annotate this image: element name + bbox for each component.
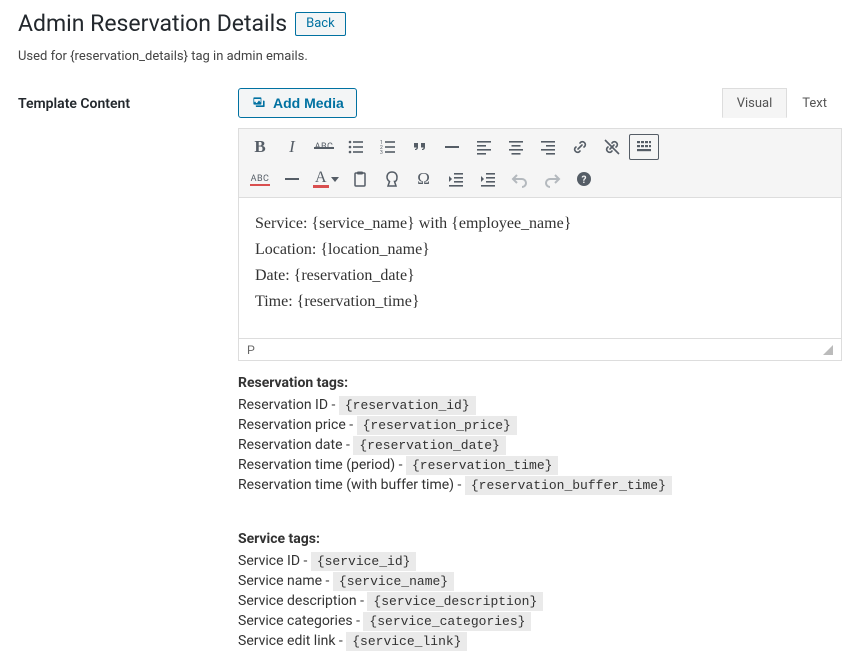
content-line: Date: {reservation_date} [255,264,825,288]
unlink-button[interactable] [597,133,627,161]
align-right-button[interactable] [533,133,563,161]
add-media-button[interactable]: Add Media [238,88,357,118]
tag-row: Service ID - {service_id} [238,553,842,569]
italic-button[interactable]: I [277,133,307,161]
chevron-down-icon [331,177,339,182]
bulleted-list-button[interactable] [341,133,371,161]
editor-tabs: Visual Text [722,88,842,118]
tag-row: Service edit link - {service_link} [238,633,842,649]
template-content-label: Template Content [18,88,238,112]
tab-visual[interactable]: Visual [722,88,788,118]
redo-button[interactable] [537,165,567,193]
tag-row: Reservation time (with buffer time) - {r… [238,477,842,493]
media-icon [251,95,267,111]
indent-button[interactable] [473,165,503,193]
media-row: Add Media Visual Text [238,88,842,118]
tag-code: {reservation_time} [406,456,558,475]
resize-grip[interactable] [823,345,833,355]
toolbar-toggle-button[interactable] [629,134,659,160]
tag-code: {service_categories} [363,612,531,631]
content-line: Time: {reservation_time} [255,290,825,314]
outdent-button[interactable] [441,165,471,193]
align-left-button[interactable] [469,133,499,161]
special-character-button[interactable]: Ω [409,165,439,193]
clear-formatting-button[interactable] [377,165,407,193]
back-button[interactable]: Back [295,12,346,36]
page-subtitle: Used for {reservation_details} tag in ad… [18,49,842,64]
editor-wrap: B I ABC 123 ABC A [238,128,842,361]
tag-code: {service_description} [367,592,543,611]
svg-text:?: ? [581,175,586,186]
blockquote-button[interactable] [405,133,435,161]
help-button[interactable]: ? [569,165,599,193]
tag-row: Reservation price - {reservation_price} [238,417,842,433]
tag-row: Service name - {service_name} [238,573,842,589]
undo-button[interactable] [505,165,535,193]
tag-row: Service categories - {service_categories… [238,613,842,629]
strikethrough-button[interactable]: ABC [309,133,339,161]
link-button[interactable] [565,133,595,161]
tag-code: {reservation_price} [357,416,517,435]
tag-code: {service_link} [346,632,467,651]
underline-button[interactable]: ABC [245,165,275,193]
svg-text:3: 3 [380,150,383,156]
tab-text[interactable]: Text [787,88,842,118]
paste-button[interactable] [345,165,375,193]
tag-row: Reservation date - {reservation_date} [238,437,842,453]
numbered-list-button[interactable]: 123 [373,133,403,161]
tag-code: {reservation_id} [339,396,476,415]
align-center-button[interactable] [501,133,531,161]
template-content-row: Template Content Add Media Visual Text B… [18,88,842,653]
reservation-tags-block: Reservation tags: Reservation ID - {rese… [238,375,842,493]
text-color-button[interactable]: A [309,165,343,193]
tag-row: Reservation ID - {reservation_id} [238,397,842,413]
editor-status-bar: P [239,338,841,360]
justify-button[interactable] [277,165,307,193]
page-title-text: Admin Reservation Details [18,10,287,37]
tag-code: {service_name} [333,572,454,591]
tag-code: {reservation_date} [353,436,505,455]
content-line: Service: {service_name} with {employee_n… [255,212,825,236]
horizontal-rule-button[interactable] [437,133,467,161]
service-tags-block: Service tags: Service ID - {service_id} … [238,531,842,649]
status-path: P [247,343,255,357]
tag-row: Service description - {service_descripti… [238,593,842,609]
tag-code: {service_id} [311,552,417,571]
page-title: Admin Reservation Details Back [18,10,842,37]
add-media-label: Add Media [273,95,344,111]
tag-row: Reservation time (period) - {reservation… [238,457,842,473]
reservation-tags-heading: Reservation tags: [238,375,842,391]
content-line: Location: {location_name} [255,238,825,262]
bold-button[interactable]: B [245,133,275,161]
service-tags-heading: Service tags: [238,531,842,547]
tag-code: {reservation_buffer_time} [465,476,672,495]
editor-content[interactable]: Service: {service_name} with {employee_n… [239,198,841,338]
toolbar: B I ABC 123 ABC A [239,129,841,198]
